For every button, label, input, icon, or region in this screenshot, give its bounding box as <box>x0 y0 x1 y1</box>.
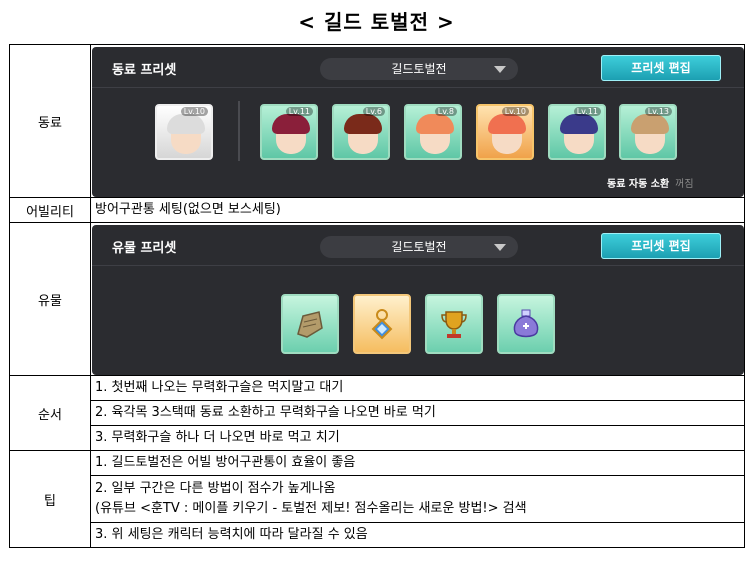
order-row-2: 2. 육각목 3스택때 동료 소환하고 무력화구슬 나오면 바로 먹기 <box>10 400 745 426</box>
companion-level: Lv.6 <box>362 106 385 116</box>
companion-dropdown-value: 길드토벌전 <box>391 61 447 76</box>
scroll-icon <box>295 308 325 340</box>
companion-card[interactable]: Lv.11 <box>260 103 318 160</box>
companion-card[interactable]: Lv.13 <box>619 103 677 160</box>
relic-preset-dropdown[interactable]: 길드토벌전 <box>320 235 518 258</box>
panel-divider <box>92 86 744 88</box>
page-title: < 길드 토벌전 > <box>298 10 455 34</box>
companion-card[interactable]: Lv.10 <box>476 103 534 160</box>
tip-item: 3. 위 세팅은 캐릭터 능력치에 따라 달라질 수 있음 <box>90 522 745 548</box>
companion-portrait-icon <box>167 113 205 134</box>
tips-row-1: 팁 1. 길드토벌전은 어빌 방어구관통이 효율이 좋음 <box>9 450 745 548</box>
relic-slot[interactable] <box>353 293 411 354</box>
companion-header: 동료 <box>9 44 91 198</box>
companion-row: 동료 동료 프리셋 길드토벌전 프리셋 편집 Lv.10 Lv.11 Lv.6 Lv.… <box>9 44 745 198</box>
companion-cell: 동료 프리셋 길드토벌전 프리셋 편집 Lv.10 Lv.11 Lv.6 Lv.8 Lv… <box>90 44 745 198</box>
order-step: 1. 첫번째 나오는 무력화구슬은 먹지말고 대기 <box>90 375 745 401</box>
relic-slot[interactable] <box>497 293 555 354</box>
companion-portrait-icon <box>344 113 382 134</box>
amulet-icon <box>367 308 397 340</box>
tip-item: 1. 길드토벌전은 어빌 방어구관통이 효율이 좋음 <box>90 450 745 476</box>
auto-summon-toggle[interactable]: 동료 자동 소환 꺼짐 <box>607 175 694 190</box>
companion-card[interactable]: Lv.10 <box>155 103 213 160</box>
relic-panel-title: 유물 프리셋 <box>112 240 177 256</box>
ability-row: 어빌리티 방어구관통 세팅(없으면 보스세팅) <box>9 197 745 223</box>
companion-card[interactable]: Lv.11 <box>548 103 606 160</box>
companion-edit-preset-button[interactable]: 프리셋 편집 <box>601 54 721 81</box>
companion-level: Lv.10 <box>180 106 208 116</box>
companion-level: Lv.11 <box>573 106 601 116</box>
relic-row: 유물 유물 프리셋 길드토벌전 프리셋 편집 <box>9 222 745 376</box>
order-step: 3. 무력화구슬 하나 더 나오면 바로 먹고 치기 <box>90 425 745 451</box>
companion-level: Lv.13 <box>644 106 672 116</box>
tips-header: 팁 <box>9 450 91 548</box>
relic-header: 유물 <box>9 222 91 376</box>
tip-line: (유튜브 <훈TV : 메이플 키우기 - 토벌전 제보! 점수올리는 새로운 … <box>95 501 527 516</box>
relic-edit-preset-button[interactable]: 프리셋 편집 <box>601 232 721 259</box>
ability-header: 어빌리티 <box>9 197 91 223</box>
companion-card[interactable]: Lv.6 <box>332 103 390 160</box>
companion-preset-panel: 동료 프리셋 길드토벌전 프리셋 편집 Lv.10 Lv.11 Lv.6 Lv.8 Lv… <box>92 46 744 197</box>
companion-portrait-icon <box>560 113 598 134</box>
companion-level: Lv.11 <box>285 106 313 116</box>
order-step: 2. 육각목 3스택때 동료 소환하고 무력화구슬 나오면 바로 먹기 <box>90 400 745 426</box>
relic-preset-panel: 유물 프리셋 길드토벌전 프리셋 편집 <box>92 224 744 375</box>
potion-icon <box>511 308 541 340</box>
chevron-down-icon <box>494 65 506 73</box>
companion-portrait-icon <box>272 113 310 134</box>
chevron-down-icon <box>494 243 506 251</box>
trophy-icon <box>439 308 469 340</box>
companion-preset-dropdown[interactable]: 길드토벌전 <box>320 57 518 80</box>
relic-slot[interactable] <box>281 293 339 354</box>
tips-row-3: 3. 위 세팅은 캐릭터 능력치에 따라 달라질 수 있음 <box>10 522 745 548</box>
companion-panel-title: 동료 프리셋 <box>112 62 177 78</box>
relic-cell: 유물 프리셋 길드토벌전 프리셋 편집 <box>90 222 745 376</box>
panel-divider <box>92 264 744 266</box>
companion-level: Lv.10 <box>501 106 529 116</box>
relic-dropdown-value: 길드토벌전 <box>391 239 447 254</box>
card-separator <box>238 100 240 161</box>
auto-summon-state: 꺼짐 <box>675 178 694 190</box>
companion-portrait-icon <box>488 113 526 134</box>
companion-level: Lv.8 <box>434 106 457 116</box>
companion-portrait-icon <box>631 113 669 134</box>
companion-portrait-icon <box>416 113 454 134</box>
tip-item-multiline: 2. 일부 구간은 다른 방법이 점수가 높게나옴 (유튜브 <훈TV : 메이… <box>90 475 745 523</box>
relic-slot[interactable] <box>425 293 483 354</box>
ability-text: 방어구관통 세팅(없으면 보스세팅) <box>90 197 745 223</box>
order-row-1: 순서 1. 첫번째 나오는 무력화구슬은 먹지말고 대기 <box>9 375 745 451</box>
tip-line: 2. 일부 구간은 다른 방법이 점수가 높게나옴 <box>95 481 336 496</box>
auto-summon-label: 동료 자동 소환 <box>607 178 670 190</box>
order-row-3: 3. 무력화구슬 하나 더 나오면 바로 먹고 치기 <box>10 425 745 451</box>
tips-row-2: 2. 일부 구간은 다른 방법이 점수가 높게나옴 (유튜브 <훈TV : 메이… <box>10 475 745 523</box>
order-header: 순서 <box>9 375 91 451</box>
companion-card[interactable]: Lv.8 <box>404 103 462 160</box>
guide-table: 동료 동료 프리셋 길드토벌전 프리셋 편집 Lv.10 Lv.11 Lv.6 Lv.… <box>9 44 745 548</box>
